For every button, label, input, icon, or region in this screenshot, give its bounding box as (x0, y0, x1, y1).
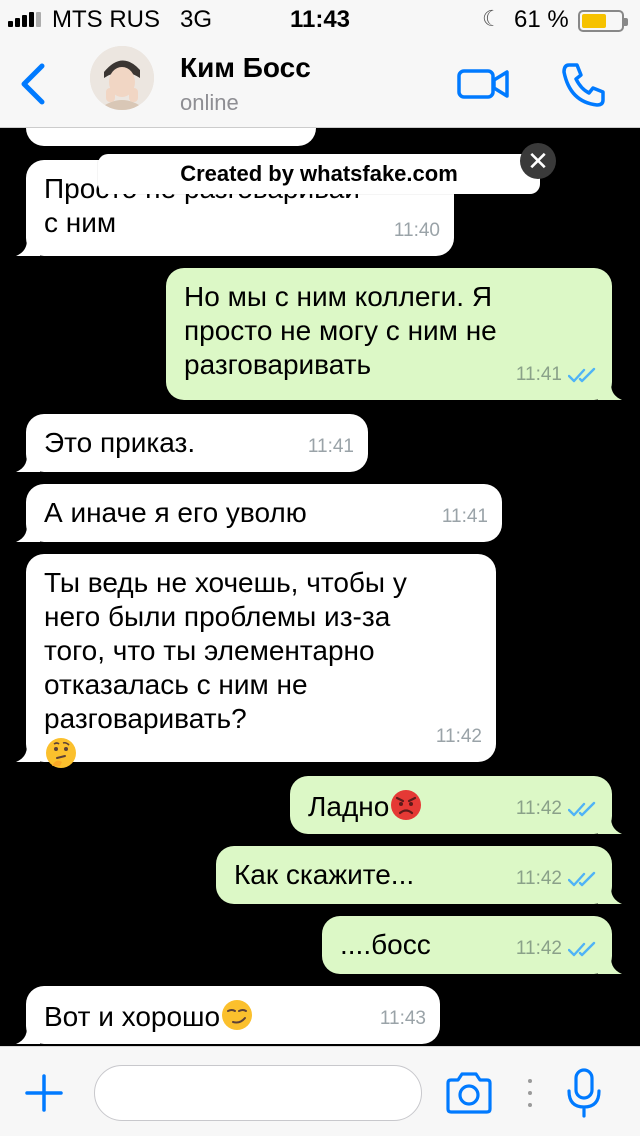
message-bubble[interactable]: Это приказ. 11:41 (16, 414, 368, 472)
input-bar (0, 1046, 640, 1136)
message-time: 11:43 (379, 1008, 426, 1029)
status-bar: MTS RUS 3G 11:43 ☾ 61 % (0, 0, 640, 40)
microphone-icon[interactable] (564, 1067, 604, 1119)
phone-call-icon[interactable] (560, 60, 608, 108)
message-time: 11:41 (441, 506, 488, 527)
double-check-icon (568, 801, 596, 817)
video-call-icon[interactable] (456, 66, 510, 102)
message-text: Ты ведь не хочешь, чтобы у него были про… (44, 567, 407, 734)
avatar[interactable] (90, 46, 154, 110)
message-bubble[interactable]: Как скажите... 11:42 (216, 846, 622, 904)
double-check-icon (568, 941, 596, 957)
message-time: 11:41 (307, 436, 354, 457)
do-not-disturb-icon: ☾ (482, 6, 502, 31)
message-text: Ладно (308, 791, 390, 822)
back-chevron-icon[interactable] (16, 62, 50, 106)
thinking-face-icon (46, 738, 76, 768)
double-check-icon (568, 871, 596, 887)
message-bubble[interactable]: Ладно 11:42 (290, 776, 622, 834)
message-text: Это приказ. (44, 427, 196, 458)
message-time: 11:42 (515, 938, 562, 959)
close-icon[interactable]: ✕ (520, 143, 556, 179)
message-bubble[interactable]: Вот и хорошо 11:43 (16, 986, 440, 1044)
message-bubble[interactable]: Но мы с ним коллеги. Я просто не могу с … (166, 268, 622, 400)
watermark-banner: Created by whatsfake.com (98, 154, 540, 194)
message-input[interactable] (94, 1065, 422, 1121)
message-bubble-partial[interactable]: 11:40 (26, 128, 316, 146)
battery-icon (578, 10, 628, 32)
message-bubble[interactable]: ....босс 11:42 (322, 916, 622, 974)
angry-face-icon (391, 790, 422, 820)
message-time: 11:41 (515, 364, 562, 385)
smirking-face-icon (222, 1000, 253, 1030)
message-time: 11:42 (515, 868, 562, 889)
more-dots-icon (528, 1079, 532, 1107)
message-text: А иначе я его уволю (44, 497, 307, 528)
message-time: 11:40 (393, 220, 440, 241)
message-time: 11:42 (435, 726, 482, 747)
chat-header: Ким Босс online (0, 40, 640, 128)
double-check-icon (568, 367, 596, 383)
camera-icon[interactable] (444, 1071, 494, 1115)
message-bubble[interactable]: А иначе я его уволю 11:41 (16, 484, 502, 542)
chat-messages[interactable]: 11:40 Просто не разговаривай с ним 11:40… (0, 128, 640, 1046)
contact-status: online (180, 90, 239, 115)
message-text: Вот и хорошо (44, 1001, 221, 1032)
message-time: 11:42 (515, 798, 562, 819)
battery-percent: 61 % (514, 6, 569, 33)
message-bubble[interactable]: Ты ведь не хочешь, чтобы у него были про… (16, 554, 496, 768)
contact-name[interactable]: Ким Босс (180, 52, 311, 84)
plus-icon[interactable] (24, 1073, 64, 1113)
